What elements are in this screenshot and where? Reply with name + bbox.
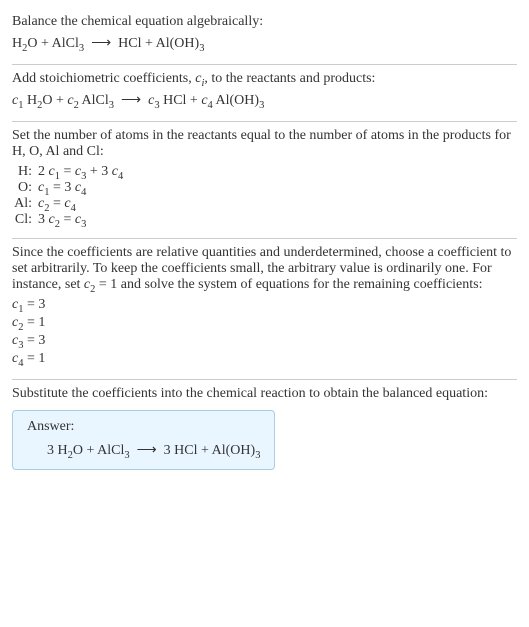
section-problem: Balance the chemical equation algebraica… bbox=[12, 8, 517, 65]
atom-equation-list: H: 2 c1 = c3 + 3 c4 O: c1 = 3 c4 Al: c2 … bbox=[12, 164, 517, 228]
unbalanced-equation: H2O + AlCl3 ⟶ HCl + Al(OH)3 bbox=[12, 34, 517, 52]
coefficient-solution-list: c1 = 3 c2 = 1 c3 = 3 c4 = 1 bbox=[12, 297, 517, 367]
section-solve: Since the coefficients are relative quan… bbox=[12, 239, 517, 380]
answer-label: Answer: bbox=[27, 419, 260, 435]
section-atom-equations: Set the number of atoms in the reactants… bbox=[12, 122, 517, 239]
atom-row: H: 2 c1 = c3 + 3 c4 bbox=[12, 164, 517, 180]
coefficient-value: c3 = 3 bbox=[12, 333, 517, 349]
coefficient-equation: c1 H2O + c2 AlCl3 ⟶ c3 HCl + c4 Al(OH)3 bbox=[12, 91, 517, 109]
prompt-stoichiometric: Add stoichiometric coefficients, ci, to … bbox=[12, 71, 517, 87]
prompt-atoms: Set the number of atoms in the reactants… bbox=[12, 128, 517, 160]
atom-row: Cl: 3 c2 = c3 bbox=[12, 212, 517, 228]
atom-equation: 2 c1 = c3 + 3 c4 bbox=[38, 164, 517, 180]
prompt-solve: Since the coefficients are relative quan… bbox=[12, 245, 517, 293]
atom-label: H: bbox=[12, 164, 38, 180]
atom-row: Al: c2 = c4 bbox=[12, 196, 517, 212]
atom-label: Cl: bbox=[12, 212, 38, 228]
atom-equation: 3 c2 = c3 bbox=[38, 212, 517, 228]
atom-label: Al: bbox=[12, 196, 38, 212]
coefficient-value: c4 = 1 bbox=[12, 351, 517, 367]
prompt-substitute: Substitute the coefficients into the che… bbox=[12, 386, 517, 402]
coefficient-value: c1 = 3 bbox=[12, 297, 517, 313]
atom-equation: c1 = 3 c4 bbox=[38, 180, 517, 196]
atom-label: O: bbox=[12, 180, 38, 196]
section-coefficients: Add stoichiometric coefficients, ci, to … bbox=[12, 65, 517, 122]
coefficient-value: c2 = 1 bbox=[12, 315, 517, 331]
atom-equation: c2 = c4 bbox=[38, 196, 517, 212]
answer-box: Answer: 3 H2O + AlCl3 ⟶ 3 HCl + Al(OH)3 bbox=[12, 410, 275, 470]
prompt-balance: Balance the chemical equation algebraica… bbox=[12, 14, 517, 30]
atom-row: O: c1 = 3 c4 bbox=[12, 180, 517, 196]
balanced-equation: 3 H2O + AlCl3 ⟶ 3 HCl + Al(OH)3 bbox=[27, 441, 260, 459]
section-answer: Substitute the coefficients into the che… bbox=[12, 380, 517, 480]
